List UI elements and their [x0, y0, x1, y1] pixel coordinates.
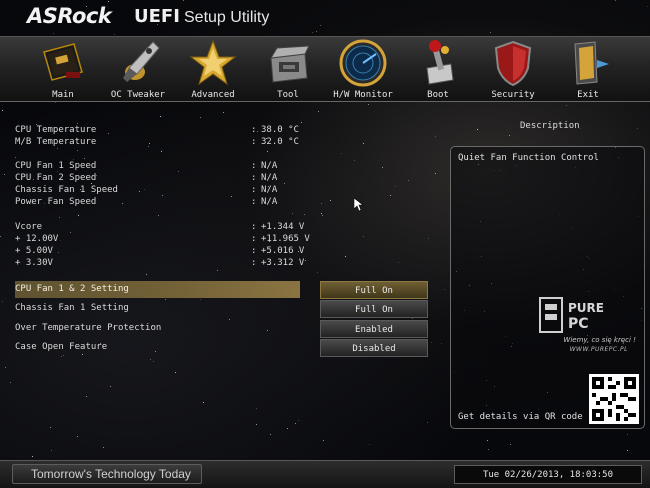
reading-value: 38.0 °C	[261, 125, 299, 135]
purepc-watermark-logo: PURE PC	[539, 297, 604, 333]
reading-label: Power Fan Speed	[15, 197, 97, 207]
tab-hw-monitor[interactable]: H/W Monitor	[326, 37, 400, 103]
tab-tool[interactable]: Tool	[251, 37, 325, 103]
reading-label: CPU Fan 2 Speed	[15, 173, 97, 183]
reading-value: +1.344 V	[261, 222, 305, 232]
mouse-cursor-icon	[354, 198, 364, 212]
separator: :	[251, 173, 257, 183]
star-icon	[189, 39, 237, 86]
power-fan-row: Power Fan Speed : N/A	[15, 196, 315, 208]
v5-row: + 5.00V : +5.016 V	[15, 245, 315, 257]
reading-value: N/A	[261, 161, 278, 171]
setup-utility-label: Setup Utility	[184, 9, 270, 26]
reading-value: N/A	[261, 173, 278, 183]
reading-label: M/B Temperature	[15, 137, 97, 147]
v33-row: + 3.30V : +3.312 V	[15, 257, 315, 269]
boot-lever-icon	[426, 40, 454, 85]
reading-value: +3.312 V	[261, 258, 305, 268]
tab-label: Main	[52, 90, 74, 100]
separator: :	[251, 197, 257, 207]
main-menu-bar: Main OC Tweaker Advanced Tool H/W Monito…	[0, 36, 650, 102]
tab-label: OC Tweaker	[110, 90, 166, 100]
rocket-icon	[123, 41, 160, 82]
separator: :	[251, 222, 257, 232]
watermark-url: WWW.PUREPC.PL	[569, 346, 628, 353]
v12-row: + 12.00V : +11.965 V	[15, 233, 315, 245]
shield-icon	[494, 40, 532, 87]
reading-label: + 5.00V	[15, 246, 53, 256]
asrock-logo: ASRock	[27, 4, 112, 28]
svg-text:PC: PC	[568, 316, 589, 332]
footer-slogan: Tomorrow's Technology Today	[12, 464, 202, 484]
vcore-row: Vcore : +1.344 V	[15, 221, 315, 233]
reading-label: CPU Temperature	[15, 125, 97, 135]
tab-advanced[interactable]: Advanced	[176, 37, 250, 103]
reading-label: + 3.30V	[15, 258, 53, 268]
reading-value: +11.965 V	[261, 234, 310, 244]
setting-chassis-fan-1[interactable]: Chassis Fan 1 Setting	[15, 300, 300, 317]
setting-cpu-fan-1-2[interactable]: CPU Fan 1 & 2 Setting	[15, 281, 300, 298]
tab-oc-tweaker[interactable]: OC Tweaker	[101, 37, 175, 103]
separator: :	[251, 246, 257, 256]
tab-main[interactable]: Main	[26, 37, 100, 103]
exit-door-icon	[574, 41, 609, 85]
tab-label: Security	[491, 90, 535, 100]
reading-value: N/A	[261, 185, 278, 195]
toolbox-icon	[270, 45, 310, 83]
case-open-value-button[interactable]: Disabled	[320, 339, 428, 357]
cpu-temperature-row: CPU Temperature : 38.0 °C	[15, 124, 315, 136]
chassis-fan1-row: Chassis Fan 1 Speed : N/A	[15, 184, 315, 196]
radar-icon	[339, 39, 387, 87]
uefi-label: UEFI	[134, 6, 180, 27]
mb-temperature-row: M/B Temperature : 32.0 °C	[15, 136, 315, 148]
qr-code-icon	[592, 377, 636, 421]
tab-exit[interactable]: Exit	[551, 37, 625, 103]
reading-label: CPU Fan 1 Speed	[15, 161, 97, 171]
cpu-fan1-row: CPU Fan 1 Speed : N/A	[15, 160, 315, 172]
reading-value: +5.016 V	[261, 246, 305, 256]
cpu-fan2-row: CPU Fan 2 Speed : N/A	[15, 172, 315, 184]
tab-label: Boot	[427, 90, 449, 100]
header: ASRock UEFI Setup Utility	[0, 0, 650, 36]
reading-label: + 12.00V	[15, 234, 59, 244]
setting-case-open-feature[interactable]: Case Open Feature	[15, 339, 300, 356]
tab-label: Advanced	[191, 90, 235, 100]
tab-label: Tool	[277, 90, 299, 100]
system-datetime: Tue 02/26/2013, 18:03:50	[454, 465, 642, 484]
reading-value: N/A	[261, 197, 278, 207]
qr-code[interactable]	[589, 374, 639, 424]
chassis-fan-1-value-button[interactable]: Full On	[320, 300, 428, 318]
main-card-icon	[43, 43, 83, 81]
tab-label: Exit	[577, 90, 599, 100]
cpu-fan-1-2-value-button[interactable]: Full On	[320, 281, 428, 299]
qr-caption: Get details via QR code	[458, 412, 583, 422]
tab-label: H/W Monitor	[333, 90, 393, 100]
description-title: Description	[520, 121, 580, 131]
reading-label: Chassis Fan 1 Speed	[15, 185, 118, 195]
svg-text:PURE: PURE	[568, 301, 604, 315]
tab-boot[interactable]: Boot	[401, 37, 475, 103]
over-temperature-value-button[interactable]: Enabled	[320, 320, 428, 338]
description-text: Quiet Fan Function Control	[458, 153, 599, 163]
watermark-slogan: Wiemy, co się kręci !	[563, 336, 636, 344]
separator: :	[251, 234, 257, 244]
tab-security[interactable]: Security	[476, 37, 550, 103]
separator: :	[251, 137, 257, 147]
separator: :	[251, 125, 257, 135]
reading-label: Vcore	[15, 222, 43, 232]
setting-over-temperature-protection[interactable]: Over Temperature Protection	[15, 320, 300, 337]
reading-value: 32.0 °C	[261, 137, 299, 147]
separator: :	[251, 185, 257, 195]
separator: :	[251, 258, 257, 268]
separator: :	[251, 161, 257, 171]
